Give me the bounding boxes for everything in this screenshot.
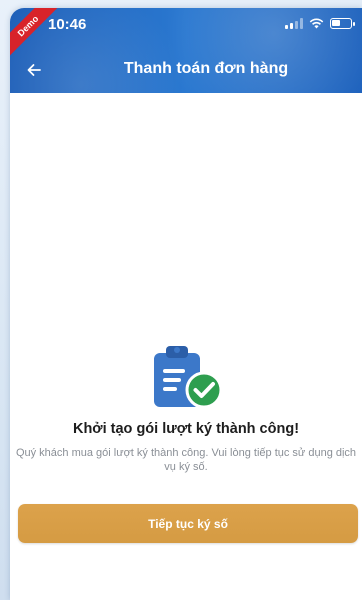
page-title: Thanh toán đơn hàng: [123, 60, 289, 77]
phone-screen: Demo 10:46 Thanh toán đơn hàng Khởi tạo …: [10, 8, 362, 600]
nav-bar: Thanh toán đơn hàng: [10, 52, 362, 88]
clipboard-check-icon: [154, 346, 223, 409]
status-time: 10:46: [48, 16, 87, 33]
app-header: Demo 10:46 Thanh toán đơn hàng: [10, 8, 362, 93]
continue-signing-button[interactable]: Tiếp tục ký số: [18, 504, 358, 543]
battery-icon: [330, 18, 355, 29]
wifi-icon: [309, 18, 324, 29]
status-icons: [285, 18, 355, 29]
success-title: Khởi tạo gói lượt ký thành công!: [72, 421, 300, 437]
main-content: Khởi tạo gói lượt ký thành công! Quý khá…: [10, 93, 362, 600]
success-description: Quý khách mua gói lượt ký thành công. Vu…: [15, 447, 357, 473]
status-bar: 10:46: [10, 8, 362, 42]
signal-icon: [285, 18, 303, 29]
